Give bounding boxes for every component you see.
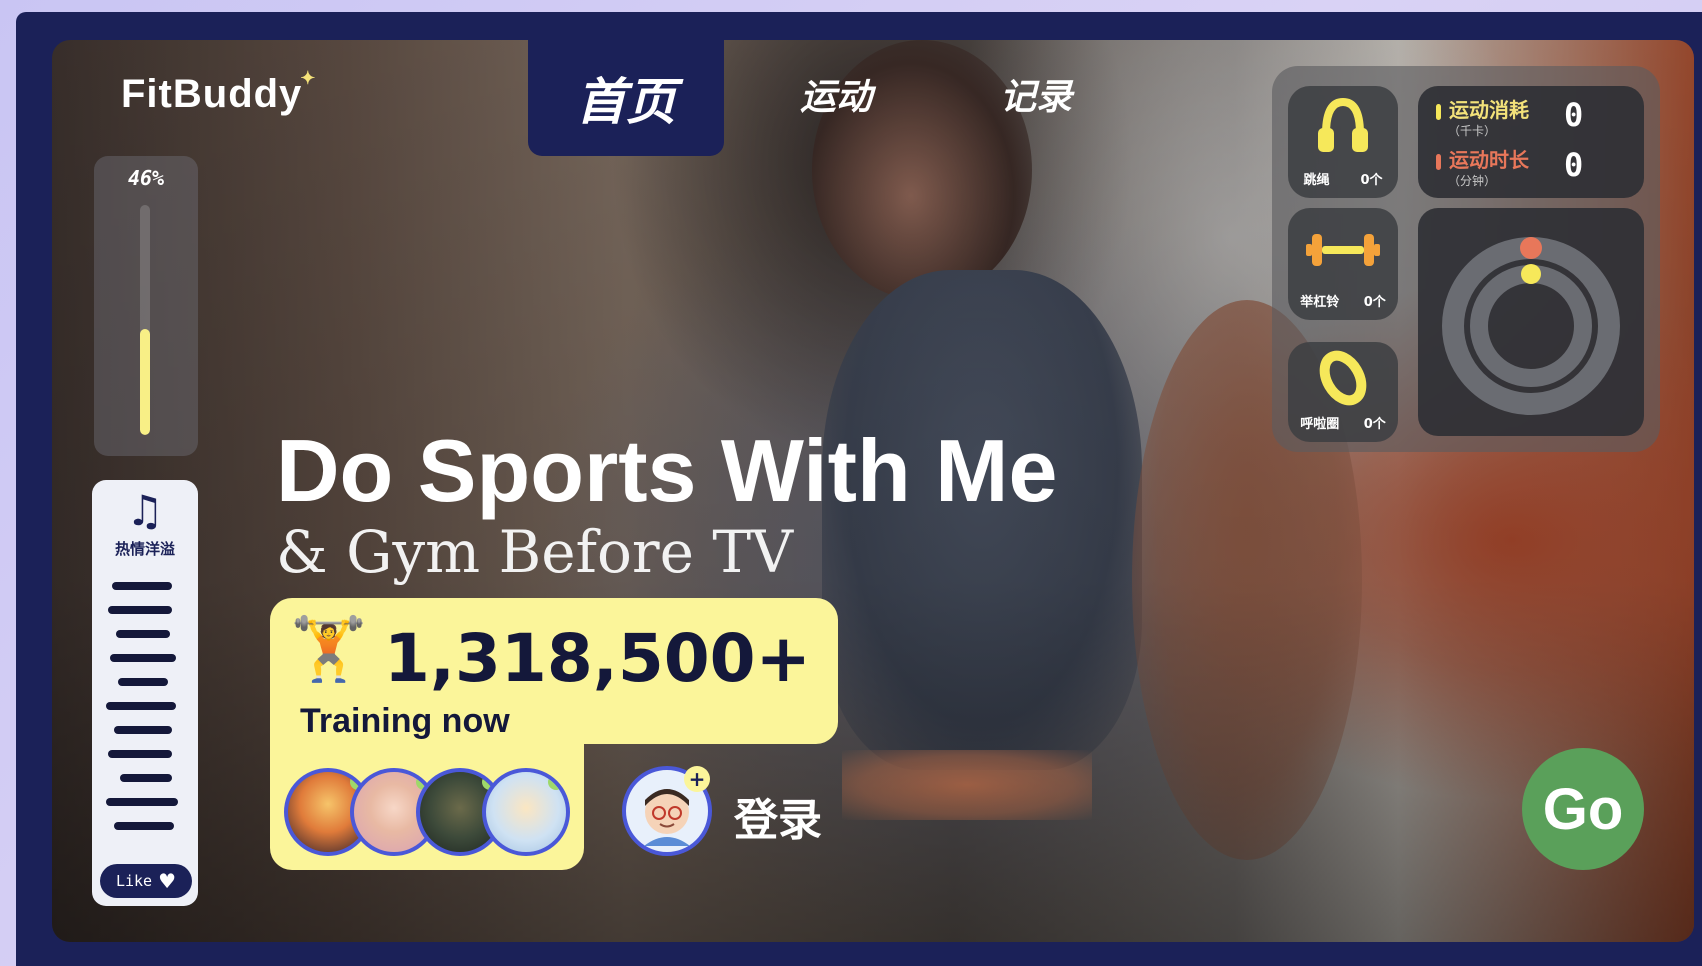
waveform-bar bbox=[114, 822, 174, 830]
nav-home-label: 首页 bbox=[576, 73, 676, 131]
add-icon[interactable]: + bbox=[684, 766, 710, 792]
hero-subtitle: & Gym Before TV bbox=[276, 518, 793, 586]
equipment-label: 跳绳 0个 bbox=[1303, 173, 1383, 188]
background-figure-waist bbox=[842, 750, 1092, 820]
calories-row: 运动消耗 bbox=[1436, 94, 1529, 123]
duration-label: 运动时长 bbox=[1449, 148, 1529, 172]
calories-bar bbox=[1436, 103, 1441, 120]
activity-rings bbox=[1442, 237, 1620, 415]
logo-text: FitBuddy bbox=[121, 72, 303, 116]
logo-spark-icon: ✦ bbox=[300, 68, 317, 88]
music-genre-label: 热情洋溢 bbox=[114, 540, 175, 558]
like-label: Like bbox=[115, 872, 153, 890]
waveform-bar bbox=[114, 726, 172, 734]
volume-slider[interactable] bbox=[140, 205, 150, 435]
go-button[interactable]: Go bbox=[1522, 748, 1644, 870]
app-logo: FitBuddy ✦ bbox=[121, 68, 315, 117]
calories-label: 运动消耗 bbox=[1449, 98, 1529, 122]
barbell-icon bbox=[1306, 234, 1380, 266]
music-note-icon[interactable]: ♫ bbox=[92, 486, 198, 535]
music-waveform bbox=[104, 582, 188, 844]
hero-title: Do Sports With Me bbox=[276, 421, 1058, 520]
activity-ring-card bbox=[1418, 208, 1644, 436]
training-count: 1,318,500+ bbox=[384, 620, 811, 697]
equipment-label: 呼啦圈 0个 bbox=[1300, 417, 1386, 432]
nav-tab-home[interactable]: 首页 bbox=[528, 40, 724, 156]
waveform-bar bbox=[112, 582, 172, 590]
waveform-bar bbox=[118, 678, 168, 686]
equipment-tile-barbell[interactable]: 举杠铃 0个 bbox=[1288, 208, 1398, 320]
volume-fill bbox=[140, 329, 150, 435]
nav-tab-record[interactable]: 记录 bbox=[1000, 68, 1072, 120]
calories-unit: （千卡） bbox=[1448, 124, 1497, 138]
heart-icon: ♥ bbox=[158, 869, 177, 893]
duration-bar bbox=[1436, 153, 1441, 170]
duration-unit: （分钟） bbox=[1448, 174, 1497, 188]
training-avatars bbox=[284, 768, 574, 860]
duration-value: 0 bbox=[1564, 146, 1584, 184]
online-dot bbox=[548, 774, 564, 790]
duration-ring-marker bbox=[1521, 264, 1541, 284]
waveform-bar bbox=[106, 702, 176, 710]
calories-value: 0 bbox=[1564, 96, 1584, 134]
nav-tab-sport[interactable]: 运动 bbox=[800, 68, 872, 120]
waveform-bar bbox=[116, 630, 170, 638]
weightlifter-icon: 🏋 bbox=[290, 612, 368, 685]
training-label: Training now bbox=[300, 702, 510, 740]
hula-hoop-icon bbox=[1319, 350, 1367, 406]
equipment-tile-jump-rope[interactable]: 跳绳 0个 bbox=[1288, 86, 1398, 198]
calories-ring-marker bbox=[1520, 237, 1542, 259]
equipment-tile-hula-hoop[interactable]: 呼啦圈 0个 bbox=[1288, 342, 1398, 442]
waveform-bar bbox=[106, 798, 178, 806]
volume-percent: 46% bbox=[127, 166, 165, 190]
waveform-bar bbox=[108, 750, 172, 758]
equipment-label: 举杠铃 0个 bbox=[1300, 295, 1386, 310]
waveform-bar bbox=[110, 654, 176, 662]
login-button[interactable]: 登录 bbox=[734, 784, 822, 848]
waveform-bar bbox=[120, 774, 172, 782]
waveform-bar bbox=[108, 606, 172, 614]
like-button[interactable]: Like ♥ bbox=[100, 864, 192, 898]
duration-row: 运动时长 bbox=[1436, 144, 1529, 173]
jump-rope-icon bbox=[1318, 97, 1368, 152]
avatar[interactable] bbox=[482, 768, 570, 856]
